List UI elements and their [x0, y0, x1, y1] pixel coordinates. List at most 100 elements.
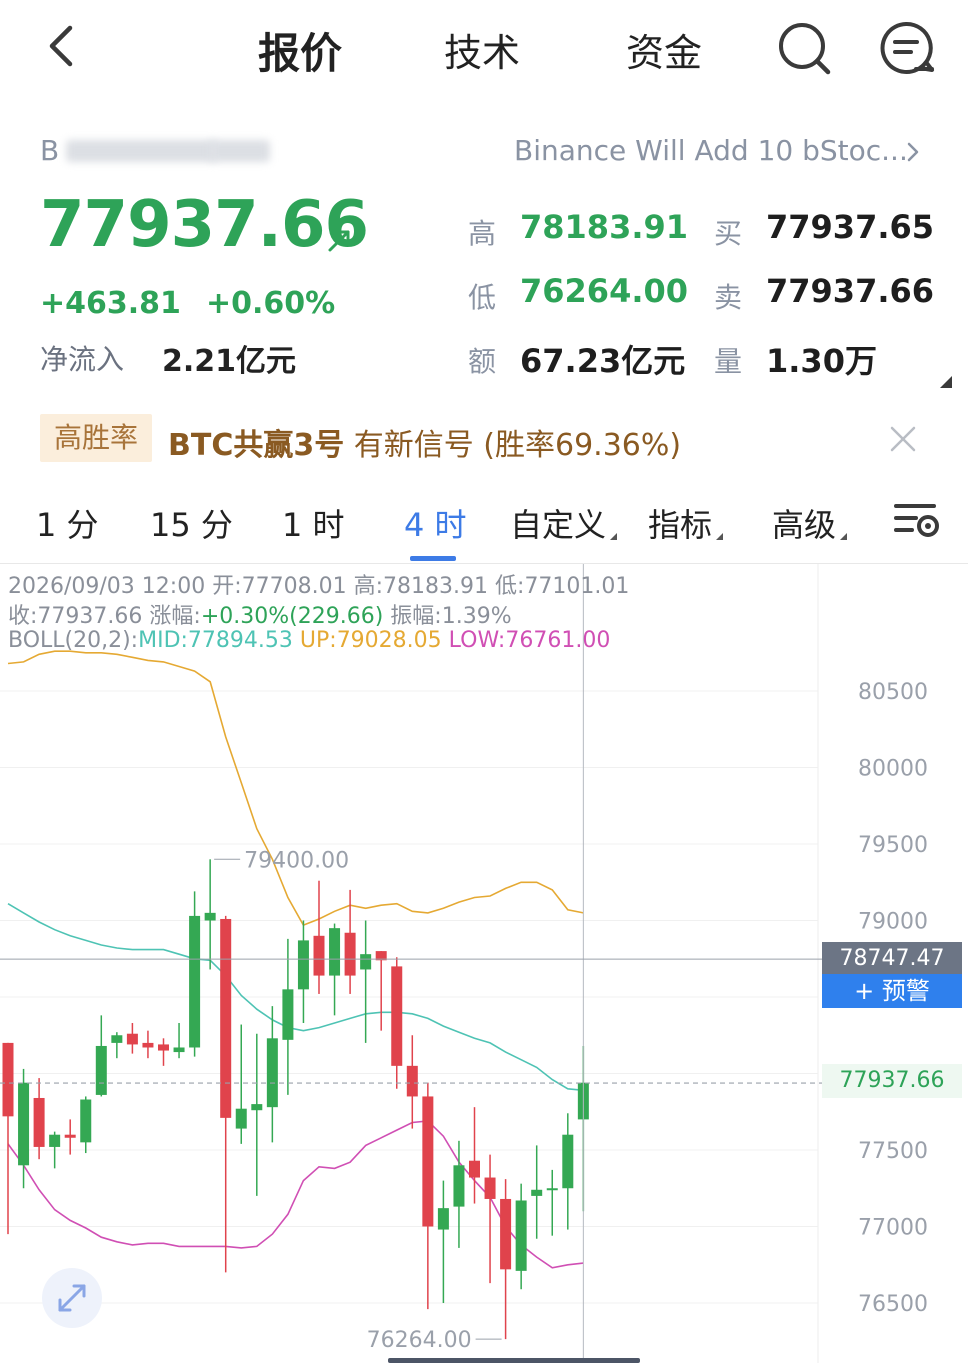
close-icon[interactable]: [888, 424, 918, 454]
tab-funds[interactable]: 资金: [626, 22, 702, 77]
last-price: 77937.66: [40, 188, 369, 262]
candle-body: [80, 1099, 92, 1143]
y-axis-tick-label: 80000: [858, 757, 928, 782]
change-label: 涨幅:: [149, 604, 201, 629]
change-value: +0.30%(229.66): [200, 604, 384, 629]
candle-body: [500, 1198, 512, 1270]
low-marker-label: 76264.00: [367, 1328, 472, 1353]
ohlc-info-line-2: 收:77937.66 涨幅:+0.30%(229.66) 振幅:1.39%: [8, 598, 512, 630]
signal-banner-text[interactable]: BTC共赢3号 有新信号 (胜率69.36%): [168, 420, 681, 464]
netflow-value: 2.21亿元: [162, 344, 297, 379]
boll-mid: MID:77894.53: [138, 628, 293, 653]
candle-body: [235, 1108, 247, 1129]
stat-label-volume: 量: [714, 345, 743, 378]
message-icon[interactable]: [876, 20, 936, 76]
candle-body: [142, 1042, 154, 1048]
price-change: +463.81: [40, 286, 181, 321]
candle-body: [453, 1165, 465, 1207]
fullscreen-button[interactable]: [42, 1268, 102, 1328]
high-marker-label: 79400.00: [244, 848, 349, 873]
chart-scroll-thumb[interactable]: [388, 1358, 640, 1363]
interval-tab-1h[interactable]: 1 时: [282, 500, 345, 546]
candle-body: [546, 1188, 558, 1191]
chart-settings-icon[interactable]: [894, 500, 942, 540]
stat-label-high: 高: [468, 217, 497, 250]
stat-value-ask: 77937.66: [766, 272, 935, 310]
y-axis-tick-label: 76500: [858, 1292, 928, 1317]
candle-body: [173, 1047, 185, 1053]
high-label: 高:: [353, 574, 384, 599]
candle-body: [189, 915, 201, 1048]
boll-up: UP:79028.05: [299, 628, 442, 653]
candle-body: [469, 1160, 480, 1178]
netflow-label: 净流入: [40, 343, 125, 376]
tab-quote[interactable]: 报价: [258, 20, 342, 81]
interval-tab-1m[interactable]: 1 分: [36, 500, 99, 546]
news-ticker-link[interactable]: Binance Will Add 10 bStoc...: [514, 134, 908, 167]
candle-body: [344, 932, 356, 976]
candle-body: [126, 1033, 138, 1045]
symbol-name-blurred: [40, 128, 280, 172]
interval-tab-15m[interactable]: 15 分: [150, 500, 233, 546]
candle-body: [391, 966, 403, 1066]
interval-tab-indicators-label: 指标: [648, 506, 713, 544]
candle-body: [484, 1177, 496, 1199]
stat-label-low: 低: [468, 281, 497, 314]
tab-technical[interactable]: 技术: [444, 22, 520, 77]
open-value: 77708.01: [241, 574, 347, 599]
last-price-tag: 77937.66: [822, 1064, 962, 1098]
candle-body: [111, 1035, 123, 1043]
stat-label-amount: 额: [468, 345, 497, 378]
dropdown-caret-icon: [840, 533, 848, 540]
candle-body: [18, 1082, 30, 1166]
candle-body: [49, 1134, 61, 1147]
stat-label-bid: 买: [714, 217, 743, 250]
interval-tab-advanced[interactable]: 高级: [772, 500, 848, 546]
y-axis-tick-label: 79500: [858, 833, 928, 858]
arrow-up-right-icon: [328, 230, 350, 252]
kline-chart[interactable]: 80500 80000 79500 79000 77500 77000 76500 79400…: [0, 564, 968, 1363]
boll-low-line: [7, 1120, 584, 1269]
stat-value-high: 78183.91: [520, 208, 689, 246]
candle-body: [313, 935, 325, 976]
candle-body: [33, 1097, 45, 1147]
search-icon[interactable]: [776, 20, 832, 76]
candle-body: [329, 928, 341, 976]
y-axis-tick-label: 79000: [858, 910, 928, 935]
add-alert-button[interactable]: + 预警: [822, 974, 962, 1008]
back-arrow-icon[interactable]: [40, 22, 84, 70]
stat-value-low: 76264.00: [520, 272, 689, 310]
interval-tab-4h[interactable]: 4 时: [404, 500, 467, 546]
candle-body: [422, 1096, 434, 1227]
dropdown-caret-icon: [716, 533, 724, 540]
candle-body: [158, 1044, 169, 1051]
dropdown-caret-icon: [610, 533, 618, 540]
candle-body: [360, 954, 372, 970]
close-value: 77937.66: [37, 604, 143, 629]
y-axis-tick-label: 77000: [858, 1216, 928, 1241]
y-axis-tick-label: 80500: [858, 680, 928, 705]
interval-tab-indicators[interactable]: 指标: [648, 500, 724, 546]
candle-body: [220, 918, 232, 1118]
ohlc-info-line-1: 2026/09/03 12:00 开:77708.01 高:78183.91 低…: [8, 568, 629, 600]
candle-body: [531, 1189, 543, 1196]
low-label: 低:: [495, 574, 525, 599]
chevron-right-icon[interactable]: [904, 140, 922, 164]
candle-body: [515, 1200, 527, 1271]
candle-datetime: 2026/09/03 12:00: [8, 574, 206, 599]
interval-tab-advanced-label: 高级: [772, 506, 837, 544]
symbol-prefix: B: [40, 134, 60, 167]
top-nav: 报价 技术 资金: [0, 0, 968, 100]
signal-name: BTC共赢3号: [168, 428, 345, 463]
interval-tab-custom-label: 自定义: [510, 506, 607, 544]
candle-body: [282, 989, 294, 1040]
stat-value-volume: 1.30万: [766, 342, 877, 380]
boll-up-line: [7, 650, 584, 927]
expand-corner-icon[interactable]: [940, 376, 952, 388]
interval-tab-custom[interactable]: 自定义: [510, 500, 618, 546]
candle-body: [266, 1038, 278, 1108]
candle-body: [95, 1045, 107, 1095]
open-label: 开:: [212, 574, 242, 599]
crosshair-price-tag: 78747.47: [822, 942, 962, 976]
amplitude-label: 振幅:: [390, 604, 442, 629]
